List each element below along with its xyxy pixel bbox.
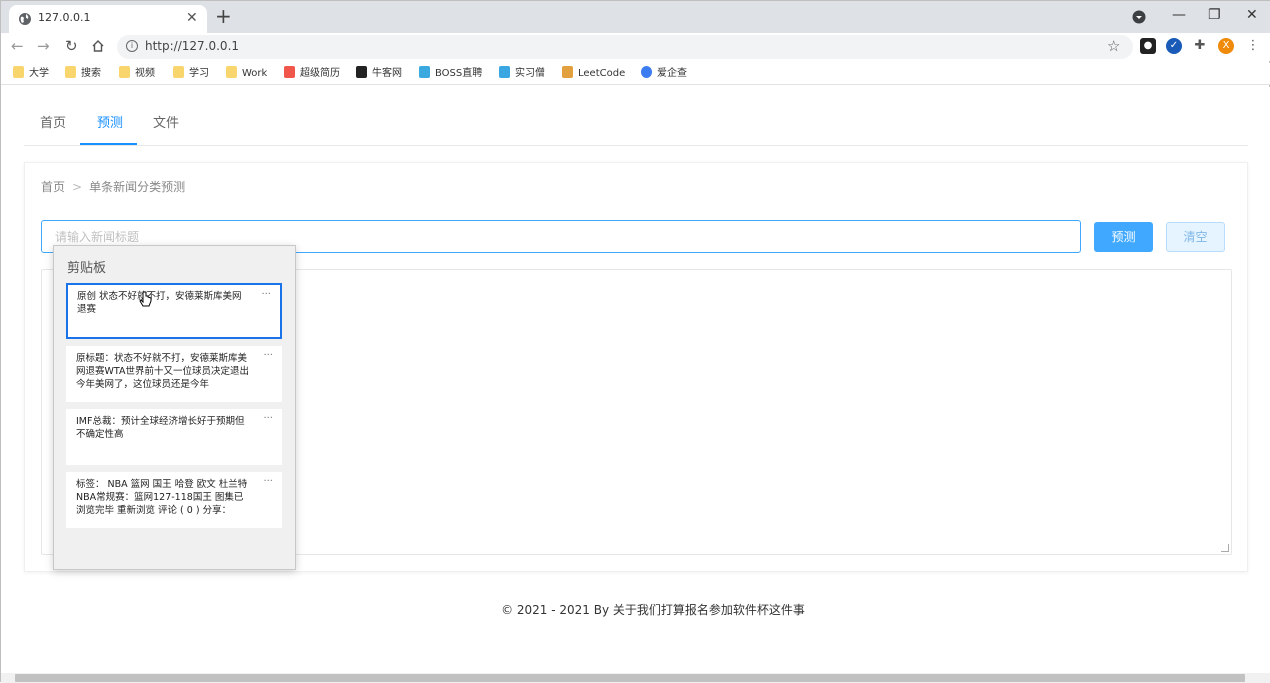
bookmark-label: LeetCode xyxy=(578,68,626,79)
bookmark-item[interactable]: 视频 xyxy=(119,66,155,81)
forward-icon[interactable]: → xyxy=(37,37,50,55)
extension-tampermonkey-icon[interactable]: ● xyxy=(1140,38,1156,54)
breadcrumb-current: 单条新闻分类预测 xyxy=(89,180,186,194)
extensions-puzzle-icon[interactable]: ✚ xyxy=(1192,38,1208,54)
scrollbar-thumb[interactable] xyxy=(15,674,1245,682)
url-text: http://127.0.0.1 xyxy=(145,39,240,53)
breadcrumb: 首页 > 单条新闻分类预测 xyxy=(41,178,185,195)
folder-icon xyxy=(65,66,76,78)
bookmark-item[interactable]: LeetCode xyxy=(562,66,625,81)
footer-text: © 2021 - 2021 By 关于我们打算报名参加软件杯这件事 xyxy=(501,603,805,617)
predict-button[interactable]: 预测 xyxy=(1094,222,1153,252)
clear-button[interactable]: 清空 xyxy=(1166,222,1225,252)
bookmark-item[interactable]: BOSS直聘 xyxy=(419,66,482,81)
resize-grip-icon[interactable] xyxy=(1221,544,1229,552)
clipboard-item[interactable]: 原创 状态不好就不打，安德莱斯库美网退赛 ··· xyxy=(66,283,282,339)
clipboard-panel: 剪贴板 原创 状态不好就不打，安德莱斯库美网退赛 ··· 原标题：状态不好就不打… xyxy=(53,245,296,570)
info-icon[interactable]: i xyxy=(126,40,138,52)
bookmark-label: 搜索 xyxy=(81,68,101,79)
bookmark-label: BOSS直聘 xyxy=(435,68,483,79)
bookmark-label: 学习 xyxy=(189,68,209,79)
bookmark-item[interactable]: 搜索 xyxy=(65,66,101,81)
media-control-icon[interactable] xyxy=(1132,10,1146,24)
breadcrumb-separator: > xyxy=(72,180,83,194)
clipboard-item[interactable]: IMF总裁：预计全球经济增长好于预期但不确定性高 ··· xyxy=(66,409,282,465)
minimize-icon[interactable]: — xyxy=(1172,6,1186,24)
clipboard-item-text: 原标题：状态不好就不打，安德莱斯库美网退赛WTA世界前十又一位球员决定退出今年美… xyxy=(76,353,249,390)
clipboard-item-text: 标签： NBA 篮网 国王 哈登 欧文 杜兰特NBA常规赛：篮网127-118国… xyxy=(76,479,248,516)
clipboard-item[interactable]: 标签： NBA 篮网 国王 哈登 欧文 杜兰特NBA常规赛：篮网127-118国… xyxy=(66,472,282,528)
bookmark-label: Work xyxy=(242,68,268,79)
tab-home[interactable]: 首页 xyxy=(40,112,66,131)
tab-files[interactable]: 文件 xyxy=(153,112,179,131)
more-icon[interactable]: ··· xyxy=(261,288,271,301)
tab-strip: 127.0.0.1 ✕ + — ❐ ✕ xyxy=(1,1,1270,33)
bookmark-label: 大学 xyxy=(29,68,49,79)
tab-predict[interactable]: 预测 xyxy=(97,112,123,131)
browser-toolbar: ← → ↻ i http://127.0.0.1 ☆ ● ✓ ✚ X ⋮ xyxy=(1,33,1270,61)
close-tab-icon[interactable]: ✕ xyxy=(186,9,198,27)
bookmark-item[interactable]: Work xyxy=(226,66,267,81)
folder-icon xyxy=(13,66,24,78)
boss-icon xyxy=(419,66,430,78)
bookmark-item[interactable]: 超级简历 xyxy=(284,66,340,81)
new-tab-button[interactable]: + xyxy=(215,5,232,27)
mouse-cursor-icon xyxy=(139,291,152,307)
folder-icon xyxy=(226,66,237,78)
bookmark-label: 牛客网 xyxy=(372,68,402,79)
more-icon[interactable]: ··· xyxy=(263,412,273,425)
folder-icon xyxy=(173,66,184,78)
home-icon[interactable] xyxy=(91,39,105,53)
bookmark-label: 超级简历 xyxy=(300,68,340,79)
folder-icon xyxy=(119,66,130,78)
leetcode-icon xyxy=(562,66,573,78)
bookmark-item[interactable]: 大学 xyxy=(13,66,49,81)
more-icon[interactable]: ··· xyxy=(263,349,273,362)
bookmark-label: 实习僧 xyxy=(515,68,545,79)
extension-check-icon[interactable]: ✓ xyxy=(1166,38,1182,54)
shixiseng-icon xyxy=(499,66,510,78)
clipboard-title: 剪贴板 xyxy=(67,261,107,276)
reload-icon[interactable]: ↻ xyxy=(65,37,78,55)
nowcoder-icon xyxy=(356,66,367,78)
profile-avatar[interactable]: X xyxy=(1218,38,1234,54)
breadcrumb-home[interactable]: 首页 xyxy=(41,180,65,194)
bookmark-label: 视频 xyxy=(135,68,155,79)
active-tab-indicator xyxy=(80,143,137,145)
browser-menu-icon[interactable]: ⋮ xyxy=(1245,38,1261,54)
nav-divider xyxy=(24,145,1248,146)
close-window-icon[interactable]: ✕ xyxy=(1246,6,1258,24)
resume-icon xyxy=(284,66,295,78)
browser-window: 127.0.0.1 ✕ + — ❐ ✕ ← → ↻ i http://127.0… xyxy=(0,0,1270,683)
address-bar[interactable]: i http://127.0.0.1 ☆ xyxy=(117,35,1133,59)
bookmark-star-icon[interactable]: ☆ xyxy=(1107,37,1120,55)
back-icon[interactable]: ← xyxy=(11,37,24,55)
clipboard-item-text: IMF总裁：预计全球经济增长好于预期但不确定性高 xyxy=(76,416,245,440)
clipboard-item-text: 原创 状态不好就不打，安德莱斯库美网退赛 xyxy=(77,291,242,315)
bookmark-item[interactable]: 学习 xyxy=(173,66,209,81)
aiqicha-icon xyxy=(641,66,652,78)
clipboard-item[interactable]: 原标题：状态不好就不打，安德莱斯库美网退赛WTA世界前十又一位球员决定退出今年美… xyxy=(66,346,282,402)
bookmark-item[interactable]: 爱企查 xyxy=(641,66,687,81)
tab-title: 127.0.0.1 xyxy=(38,11,91,24)
more-icon[interactable]: ··· xyxy=(263,475,273,488)
bookmark-item[interactable]: 牛客网 xyxy=(356,66,402,81)
bookmarks-bar: 大学 搜索 视频 学习 Work 超级简历 牛客网 BOSS直聘 实习僧 Lee… xyxy=(1,63,1270,85)
restore-icon[interactable]: ❐ xyxy=(1208,6,1221,24)
browser-tab[interactable]: 127.0.0.1 ✕ xyxy=(9,5,207,33)
bookmark-label: 爱企查 xyxy=(657,68,687,79)
bookmark-item[interactable]: 实习僧 xyxy=(499,66,545,81)
globe-icon xyxy=(19,13,31,25)
